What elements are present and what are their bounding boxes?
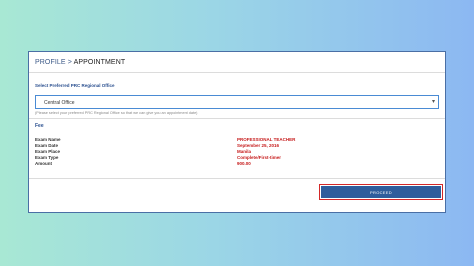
breadcrumb-profile[interactable]: PROFILE (35, 59, 66, 66)
detail-value: 900.00 (237, 161, 251, 166)
detail-key: Amount (35, 161, 52, 166)
office-help-text: (Please select your preferred PRC Region… (35, 111, 198, 115)
detail-row-amount: Amount 900.00 (35, 161, 335, 167)
fee-heading: Fee (35, 123, 44, 129)
breadcrumb-appointment: APPOINTMENT (73, 59, 126, 66)
office-select-label: Select Preferred PRC Regional Office (35, 83, 115, 88)
breadcrumb-separator: > (65, 59, 74, 66)
appointment-card: PROFILE > APPOINTMENT Select Preferred P… (28, 51, 446, 213)
footer-divider (29, 178, 445, 179)
chevron-down-icon: ▾ (431, 99, 435, 105)
section-divider (29, 118, 445, 119)
proceed-highlight: PROCEED (319, 184, 443, 200)
breadcrumb: PROFILE > APPOINTMENT (35, 59, 125, 66)
office-select-value: Central Office (44, 99, 75, 106)
proceed-button[interactable]: PROCEED (321, 186, 441, 198)
office-select[interactable]: Central Office ▾ (35, 95, 439, 109)
header-divider (29, 72, 445, 73)
exam-details: Exam Name PROFESSIONAL TEACHER Exam Date… (35, 137, 335, 167)
